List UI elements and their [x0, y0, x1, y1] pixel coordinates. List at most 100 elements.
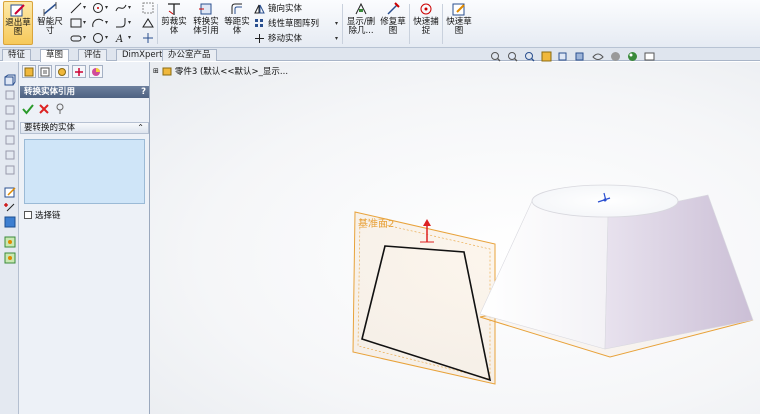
mirror-entities-button[interactable]: 镜向实体 [254, 2, 302, 14]
sketch-fillet-icon[interactable] [115, 17, 127, 29]
display-manager-tab-icon[interactable] [89, 65, 103, 78]
arc-icon[interactable] [92, 17, 104, 29]
polygon-icon[interactable] [92, 32, 104, 44]
grid-icon[interactable] [142, 2, 154, 14]
block-icon[interactable] [3, 236, 16, 248]
spline-icon[interactable] [115, 2, 127, 14]
repair-sketch-button[interactable]: 修复草 图 [379, 1, 407, 36]
view-cube-icon[interactable] [3, 74, 16, 86]
property-manager-tab-icon[interactable] [38, 65, 52, 78]
view-orientation-icon[interactable] [558, 51, 569, 65]
convert-entities-icon [197, 1, 215, 17]
chevron-down-icon[interactable]: ▾ [105, 34, 108, 41]
text-icon[interactable]: A [115, 32, 127, 44]
separator [409, 4, 410, 44]
separator [442, 4, 443, 44]
svg-text:A: A [115, 34, 123, 44]
chevron-down-icon[interactable]: ▾ [128, 19, 131, 26]
entities-selection-box[interactable] [24, 139, 145, 204]
chevron-down-icon[interactable]: ▾ [335, 20, 338, 27]
linear-pattern-icon [254, 18, 265, 29]
origin-point [603, 198, 607, 202]
smart-dimension-icon [41, 1, 59, 17]
view-bottom-icon[interactable] [3, 164, 16, 176]
pushpin-icon[interactable] [54, 103, 66, 115]
hide-show-items-icon[interactable] [592, 51, 604, 65]
view-top-icon[interactable] [3, 149, 16, 161]
move-icon [254, 33, 265, 44]
quick-snaps-button[interactable]: 快速捕 捉 [412, 1, 440, 36]
tab-features[interactable]: 特征 [2, 49, 32, 61]
select-chain-checkbox[interactable]: 选择链 [24, 209, 61, 221]
apply-scene-icon[interactable] [627, 51, 638, 65]
section-view-icon[interactable] [541, 51, 552, 65]
chevron-down-icon[interactable]: ▾ [335, 35, 338, 42]
command-manager: 退出草 图 智能尺 寸 ▾ ▾ ▾ ▾ ▾ ▾ ▾ ▾ A ▾ 剪裁实 体 转换… [0, 0, 760, 48]
quick-snap-icon [417, 1, 435, 17]
rectangle-icon[interactable] [70, 17, 82, 29]
chevron-down-icon[interactable]: ▾ [105, 19, 108, 26]
view-back-icon[interactable] [3, 104, 16, 116]
property-manager-title: 转换实体引用 ? [20, 86, 149, 98]
checkbox-box[interactable] [24, 211, 32, 219]
tab-sketch[interactable]: 草图 [40, 49, 70, 62]
offset-entities-button[interactable]: 等距实 体 [224, 1, 250, 36]
cancel-icon[interactable] [38, 103, 50, 115]
tab-evaluate[interactable]: 评估 [78, 49, 108, 61]
tab-office-products[interactable]: 办公室产品 [162, 49, 217, 61]
view-front-icon[interactable] [3, 89, 16, 101]
view-settings-icon[interactable] [644, 51, 655, 65]
display-style-icon[interactable] [575, 51, 586, 65]
display-delete-relations-button[interactable]: 显示/删 除几... [345, 1, 377, 36]
plane-icon[interactable] [142, 17, 154, 29]
rapid-sketch-button[interactable]: 快速草 图 [445, 1, 473, 36]
arrow-head [423, 219, 431, 226]
point-icon[interactable] [142, 32, 154, 44]
chevron-down-icon[interactable]: ▾ [83, 34, 86, 41]
smart-dimension-button[interactable]: 智能尺 寸 [36, 1, 64, 36]
linear-pattern-button[interactable]: 线性草图阵列 [254, 17, 319, 29]
tab-dimxpert[interactable]: DimXpert [116, 49, 169, 61]
exit-sketch-button[interactable]: 退出草 图 [3, 1, 33, 45]
circle-icon[interactable] [92, 2, 104, 14]
ok-icon[interactable] [22, 103, 34, 115]
chevron-down-icon[interactable]: ▾ [83, 4, 86, 11]
chevron-down-icon[interactable]: ▾ [128, 34, 131, 41]
edit-appearance-icon[interactable] [610, 51, 621, 65]
chevron-down-icon[interactable]: ▾ [128, 4, 131, 11]
trim-icon [165, 1, 183, 17]
zoom-to-area-icon[interactable] [507, 51, 518, 65]
entities-to-convert-section[interactable]: 要转换的实体 ⌃ [20, 122, 149, 134]
chevron-down-icon[interactable]: ▾ [83, 19, 86, 26]
offset-icon [228, 1, 246, 17]
add-relation-icon[interactable] [3, 201, 16, 213]
trim-entities-button[interactable]: 剪裁实 体 [160, 1, 188, 36]
convert-entities-button[interactable]: 转换实 体引用 [191, 1, 221, 36]
block-insert-icon[interactable] [3, 252, 16, 264]
collapse-icon[interactable]: ⌃ [137, 123, 144, 133]
help-icon[interactable]: ? [141, 86, 146, 98]
plane-label: 基准面2 [358, 217, 394, 230]
sketch-icon[interactable] [3, 186, 16, 198]
move-entities-button[interactable]: 移动实体 [254, 32, 302, 44]
property-manager-actions [22, 103, 66, 115]
previous-view-icon[interactable] [524, 51, 535, 65]
chevron-down-icon[interactable]: ▾ [105, 4, 108, 11]
exit-sketch-icon [9, 2, 27, 18]
heads-up-view-toolbar [490, 51, 655, 65]
separator [157, 4, 158, 44]
view-right-icon[interactable] [3, 134, 16, 146]
shaded-sketch-icon[interactable] [3, 216, 16, 228]
rapid-sketch-icon [450, 1, 468, 17]
line-icon[interactable] [70, 2, 82, 14]
slot-icon[interactable] [70, 32, 82, 44]
feature-tree-tab-icon[interactable] [22, 65, 36, 78]
graphics-area[interactable]: ⊞ 零件3 (默认<<默认>_显示... 基准面2 [150, 62, 760, 414]
configuration-tab-icon[interactable] [55, 65, 69, 78]
dimxpert-tab-icon[interactable] [72, 65, 86, 78]
frustum-left-face[interactable] [479, 198, 609, 350]
manager-tabs [19, 64, 150, 79]
zoom-to-fit-icon[interactable] [490, 51, 501, 65]
view-left-icon[interactable] [3, 119, 16, 131]
model-scene: 基准面2 [352, 184, 754, 385]
